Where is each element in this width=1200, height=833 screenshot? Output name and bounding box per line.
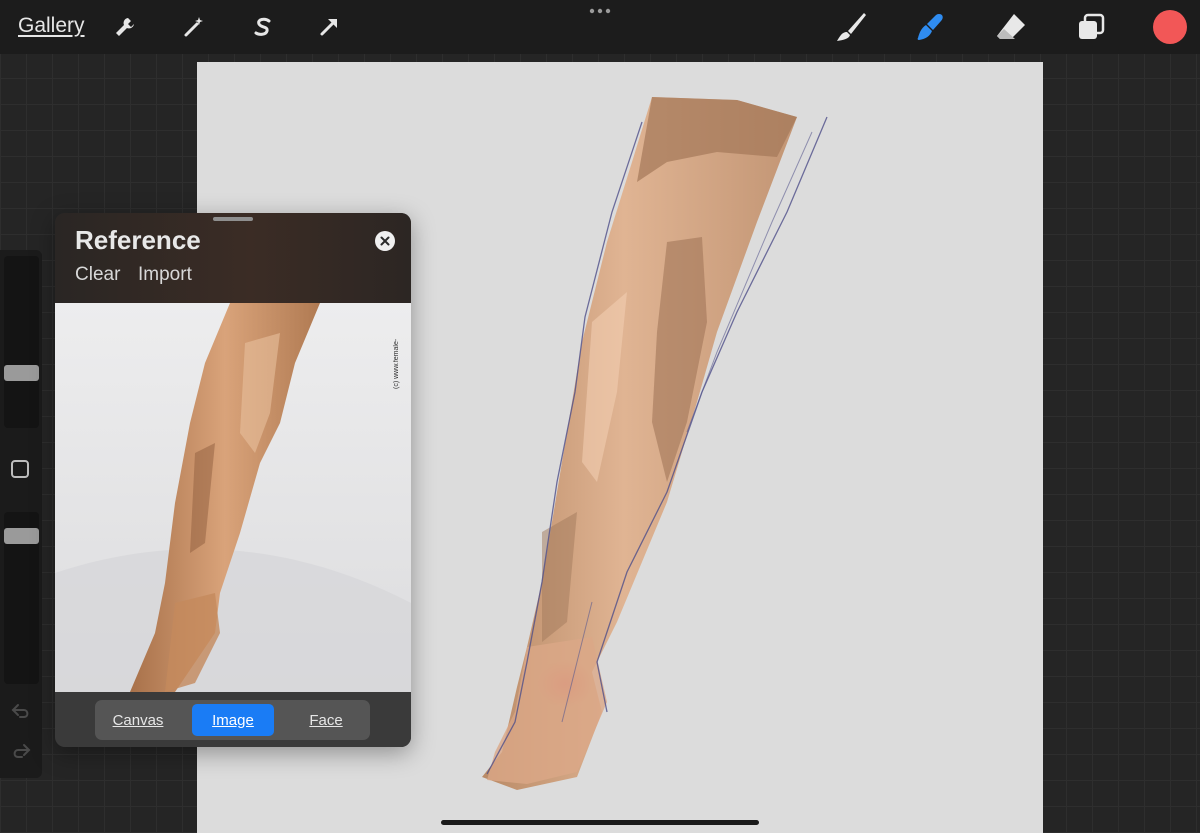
import-button[interactable]: Import	[138, 264, 192, 286]
workspace: Gallery Reference Clear Import (c) www.f…	[0, 0, 1200, 833]
top-toolbar: Gallery	[0, 0, 1200, 54]
selection-s-icon[interactable]	[245, 9, 281, 45]
tab-canvas[interactable]: Canvas	[99, 704, 177, 736]
reference-mode-tabs: Canvas Image Face	[95, 700, 370, 740]
brush-size-slider[interactable]	[4, 256, 39, 428]
eraser-icon[interactable]	[993, 9, 1029, 45]
modify-square-icon[interactable]	[11, 460, 29, 478]
clear-button[interactable]: Clear	[75, 264, 120, 286]
brush-icon[interactable]	[833, 9, 869, 45]
magic-wand-icon[interactable]	[176, 9, 212, 45]
color-picker-swatch[interactable]	[1153, 10, 1187, 44]
tab-face[interactable]: Face	[287, 704, 365, 736]
transform-arrow-icon[interactable]	[311, 9, 347, 45]
close-icon[interactable]	[375, 231, 395, 251]
layers-icon[interactable]	[1073, 9, 1109, 45]
home-indicator[interactable]	[441, 820, 759, 825]
more-options-icon[interactable]	[585, 4, 615, 18]
reference-leg-photo	[55, 303, 411, 692]
undo-icon[interactable]	[10, 700, 32, 722]
smudge-icon[interactable]	[912, 9, 948, 45]
tab-image[interactable]: Image	[192, 704, 274, 736]
wrench-icon[interactable]	[107, 9, 143, 45]
reference-image[interactable]: (c) www.female-	[55, 303, 411, 692]
reference-title: Reference	[75, 225, 201, 255]
gallery-button[interactable]: Gallery	[18, 14, 85, 38]
opacity-slider-thumb[interactable]	[4, 528, 39, 544]
panel-drag-handle[interactable]	[213, 217, 253, 221]
reference-header: Reference Clear Import	[55, 213, 411, 303]
redo-icon[interactable]	[10, 740, 32, 762]
reference-footer: Canvas Image Face	[55, 692, 411, 747]
brush-size-slider-thumb[interactable]	[4, 365, 39, 381]
image-watermark: (c) www.female-	[393, 338, 400, 389]
left-sidebar	[0, 250, 42, 778]
reference-panel: Reference Clear Import (c) www.female- C…	[55, 213, 411, 747]
opacity-slider[interactable]	[4, 512, 39, 684]
